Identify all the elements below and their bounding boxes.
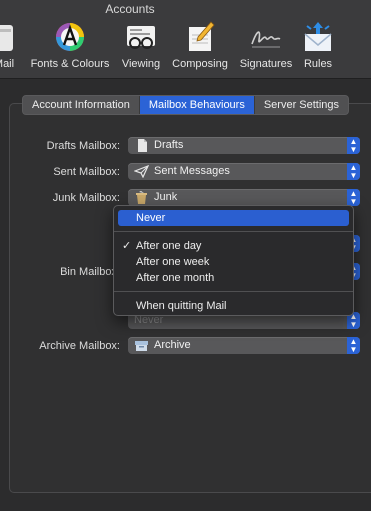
paper-plane-icon xyxy=(133,164,150,179)
document-icon xyxy=(134,139,149,152)
menu-item-label: Never xyxy=(136,212,166,224)
menu-item-label: When quitting Mail xyxy=(136,300,227,312)
mail-icon xyxy=(0,20,21,54)
preferences-toolbar: Accounts Mail Fonts & Colours xyxy=(0,0,371,79)
rules-envelope-icon xyxy=(301,20,335,54)
tab-bar: Account Information Mailbox Behaviours S… xyxy=(22,95,350,115)
sent-mailbox-label: Sent Mailbox: xyxy=(53,166,120,178)
drafts-mailbox-value: Drafts xyxy=(154,139,184,151)
window-title: Accounts xyxy=(105,2,155,16)
toolbar-item-viewing[interactable]: Viewing xyxy=(118,20,164,70)
toolbar-label: Rules xyxy=(303,58,333,70)
junk-mailbox-value: Junk xyxy=(154,191,178,203)
chevron-up-down-icon: ▲▼ xyxy=(347,337,360,354)
chevron-up-down-icon: ▲▼ xyxy=(347,163,360,180)
menu-item-after-one-month[interactable]: After one month xyxy=(118,270,349,286)
signature-icon xyxy=(249,20,283,54)
menu-item-label: After one month xyxy=(136,272,215,284)
archive-mailbox-popup[interactable]: Archive ▲ ▼ xyxy=(128,337,360,354)
menu-item-after-one-week[interactable]: After one week xyxy=(118,254,349,270)
sent-mailbox-value: Sent Messages xyxy=(154,165,230,177)
viewing-glasses-icon xyxy=(124,20,158,54)
menu-item-label: After one day xyxy=(136,240,202,252)
drafts-mailbox-label: Drafts Mailbox: xyxy=(46,140,120,152)
toolbar-label: Signatures xyxy=(239,58,293,70)
toolbar-label: Mail xyxy=(0,58,15,70)
menu-separator xyxy=(114,291,353,292)
composing-pencil-icon xyxy=(183,20,217,54)
toolbar-label: Composing xyxy=(172,58,228,70)
erase-schedule-menu: Never ✓ After one day After one week Aft… xyxy=(113,205,354,316)
junk-mailbox-popup[interactable]: Junk ▲ ▼ xyxy=(128,189,360,206)
junk-bin-icon xyxy=(134,191,149,204)
tab-mailbox-behaviours[interactable]: Mailbox Behaviours xyxy=(138,96,254,114)
menu-item-never[interactable]: Never xyxy=(118,210,349,226)
menu-item-when-quitting-mail[interactable]: When quitting Mail xyxy=(118,298,349,314)
sent-mailbox-popup[interactable]: Sent Messages ▲ ▼ xyxy=(128,163,360,180)
toolbar-item-mail[interactable]: Mail xyxy=(0,20,24,70)
toolbar-label: Viewing xyxy=(121,58,161,70)
fonts-colours-icon xyxy=(53,20,87,54)
drafts-mailbox-popup[interactable]: Drafts ▲ ▼ xyxy=(128,137,360,154)
toolbar-label: Fonts & Colours xyxy=(30,58,110,70)
toolbar-item-signatures[interactable]: Signatures xyxy=(237,20,295,70)
archive-mailbox-label: Archive Mailbox: xyxy=(39,340,120,352)
menu-item-label: After one week xyxy=(136,256,210,268)
menu-item-after-one-day[interactable]: ✓ After one day xyxy=(118,238,349,254)
bin-mailbox-label: Bin Mailbox: xyxy=(60,266,120,278)
toolbar-item-fonts-colours[interactable]: Fonts & Colours xyxy=(26,20,114,70)
toolbar-item-composing[interactable]: Composing xyxy=(170,20,230,70)
tab-account-information[interactable]: Account Information xyxy=(23,96,139,114)
archive-box-icon xyxy=(134,339,149,352)
menu-separator xyxy=(114,231,353,232)
toolbar-item-rules[interactable]: Rules xyxy=(298,20,338,70)
archive-mailbox-value: Archive xyxy=(154,339,191,351)
chevron-up-down-icon: ▲▼ xyxy=(347,189,360,206)
junk-mailbox-label: Junk Mailbox: xyxy=(52,192,120,204)
chevron-up-down-icon: ▲▼ xyxy=(347,137,360,154)
checkmark-icon: ✓ xyxy=(122,240,132,252)
tab-server-settings[interactable]: Server Settings xyxy=(253,96,348,114)
